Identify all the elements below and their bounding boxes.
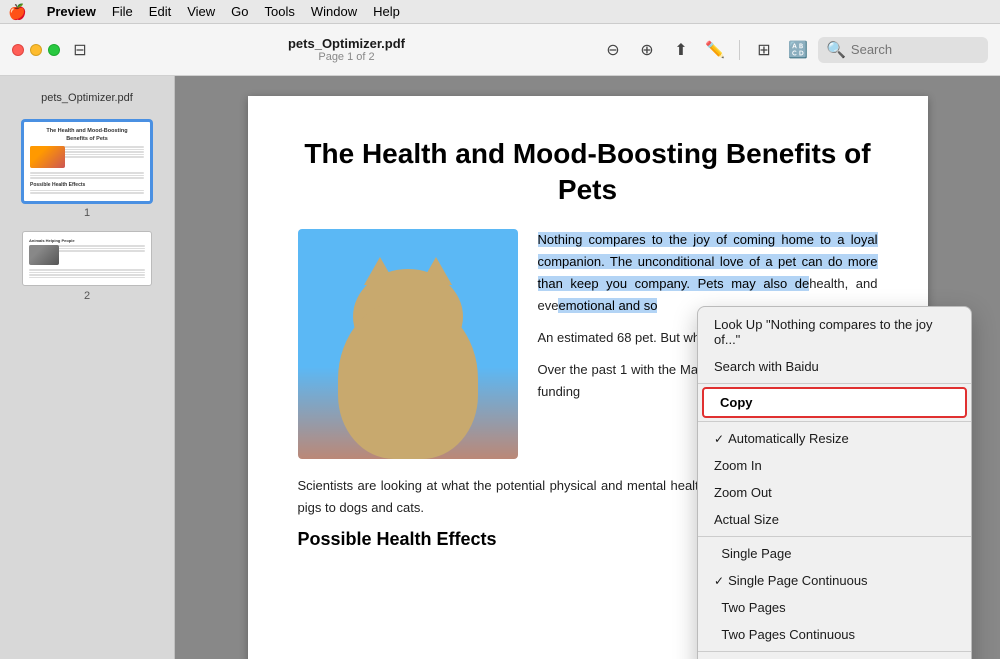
ctx-zoom-in[interactable]: Zoom In (698, 452, 971, 479)
thumb-line (30, 192, 144, 194)
cat-body (338, 299, 478, 459)
toolbar-center: pets_Optimizer.pdf Page 1 of 2 (102, 36, 591, 63)
ctx-check-tpc (714, 628, 717, 642)
page-number-1: 1 (84, 207, 90, 219)
share-button[interactable]: ⬆ (667, 36, 695, 64)
ctx-sep-4 (698, 651, 971, 652)
ctx-sep-2 (698, 421, 971, 422)
thumb-title-1: The Health and Mood-BoostingBenefits of … (30, 128, 144, 143)
traffic-lights (12, 44, 60, 56)
minimize-button[interactable] (30, 44, 42, 56)
ctx-auto-resize-label: Automatically Resize (728, 431, 955, 446)
toolbar-left: ⊟ (12, 36, 94, 64)
ctx-copy[interactable]: Copy (702, 387, 967, 418)
ctx-sep-1 (698, 383, 971, 384)
menubar: 🍎 Preview File Edit View Go Tools Window… (0, 0, 1000, 24)
ctx-single-page-continuous-label: Single Page Continuous (728, 573, 955, 588)
menu-preview[interactable]: Preview (47, 4, 96, 19)
sidebar-filename: pets_Optimizer.pdf (33, 88, 141, 108)
thumbnail-1-container[interactable]: The Health and Mood-BoostingBenefits of … (22, 120, 152, 219)
thumbnail-2-container[interactable]: Animals Helping People 2 (22, 231, 152, 303)
menu-tools[interactable]: Tools (265, 4, 295, 19)
toolbar: ⊟ pets_Optimizer.pdf Page 1 of 2 ⊖ ⊕ ⬆ ✏… (0, 24, 1000, 76)
search-icon: 🔍 (826, 40, 846, 60)
ctx-zoom-out-label: Zoom Out (714, 485, 772, 500)
pdf-area: The Health and Mood-Boosting Benefits of… (175, 76, 1000, 659)
menu-view[interactable]: View (187, 4, 215, 19)
sidebar: pets_Optimizer.pdf The Health and Mood-B… (0, 76, 175, 659)
sidebar-toggle-button[interactable]: ⊟ (66, 36, 94, 64)
thumb-content-1 (30, 146, 144, 168)
thumbnail-page-2[interactable]: Animals Helping People (22, 231, 152, 287)
thumb-content-2: Animals Helping People (29, 238, 145, 266)
ctx-check-two-pages (714, 601, 717, 615)
ctx-zoom-out[interactable]: Zoom Out (698, 479, 971, 506)
thumb-line (30, 172, 144, 174)
menu-go[interactable]: Go (231, 4, 248, 19)
menu-file[interactable]: File (112, 4, 133, 19)
thumb-line (29, 272, 145, 274)
ctx-two-pages-label: Two Pages (721, 600, 955, 615)
ctx-check-single (714, 547, 717, 561)
menu-edit[interactable]: Edit (149, 4, 171, 19)
thumb-line (29, 274, 145, 276)
search-box[interactable]: 🔍 (818, 37, 988, 63)
ctx-two-pages[interactable]: Two Pages (698, 594, 971, 621)
maximize-button[interactable] (48, 44, 60, 56)
ctx-single-page[interactable]: Single Page (698, 540, 971, 567)
ctx-check-auto-resize: ✓ (714, 432, 724, 446)
close-button[interactable] (12, 44, 24, 56)
ctx-zoom-in-label: Zoom In (714, 458, 762, 473)
ctx-lookup[interactable]: Look Up "Nothing compares to the joy of.… (698, 311, 971, 353)
ctx-lookup-label: Look Up "Nothing compares to the joy of.… (714, 317, 955, 347)
page-number-2: 2 (84, 290, 90, 302)
ctx-next-page[interactable]: Next Page (698, 655, 971, 659)
ctx-two-pages-continuous[interactable]: Two Pages Continuous (698, 621, 971, 648)
ctx-sep-3 (698, 536, 971, 537)
page-info: Page 1 of 2 (318, 51, 374, 63)
ctx-search-baidu-label: Search with Baidu (714, 359, 819, 374)
thumb-line (29, 269, 145, 271)
ctx-two-pages-continuous-label: Two Pages Continuous (721, 627, 955, 642)
main-area: pets_Optimizer.pdf The Health and Mood-B… (0, 76, 1000, 659)
apple-menu[interactable]: 🍎 (8, 3, 27, 21)
menu-window[interactable]: Window (311, 4, 357, 19)
annotate-button[interactable]: ✏️ (701, 36, 729, 64)
markup-button[interactable]: 🔠 (784, 36, 812, 64)
ctx-single-page-label: Single Page (721, 546, 955, 561)
ctx-actual-size[interactable]: Actual Size (698, 506, 971, 533)
thumb-line (30, 175, 144, 177)
highlighted-text-2: emotional and so (558, 298, 657, 313)
pdf-title: The Health and Mood-Boosting Benefits of… (298, 136, 878, 209)
thumb-cat-image (30, 146, 65, 168)
cat-image (298, 229, 518, 459)
toolbar-divider (739, 40, 740, 60)
search-input[interactable] (851, 42, 981, 57)
ctx-search-baidu[interactable]: Search with Baidu (698, 353, 971, 380)
highlighted-text: Nothing compares to the joy of coming ho… (538, 232, 878, 291)
context-menu: Look Up "Nothing compares to the joy of.… (697, 306, 972, 659)
thumb-line (30, 190, 144, 192)
thumb-cat2-image (29, 245, 59, 265)
thumb-line (29, 277, 145, 279)
toolbar-right: ⊖ ⊕ ⬆ ✏️ ⊞ 🔠 🔍 (599, 36, 988, 64)
menu-help[interactable]: Help (373, 4, 400, 19)
ctx-copy-label: Copy (720, 395, 753, 410)
thumb-line (30, 177, 144, 179)
expand-button[interactable]: ⊞ (750, 36, 778, 64)
zoom-out-button[interactable]: ⊖ (599, 36, 627, 64)
pdf-paragraph-highlighted: Nothing compares to the joy of coming ho… (538, 229, 878, 317)
thumbnail-page-1[interactable]: The Health and Mood-BoostingBenefits of … (22, 120, 152, 203)
ctx-check-spc: ✓ (714, 574, 724, 588)
ctx-single-page-continuous[interactable]: ✓ Single Page Continuous (698, 567, 971, 594)
thumb-subtitle: Possible Health Effects (30, 182, 144, 189)
document-title: pets_Optimizer.pdf (288, 36, 405, 51)
ctx-auto-resize[interactable]: ✓ Automatically Resize (698, 425, 971, 452)
ctx-actual-size-label: Actual Size (714, 512, 779, 527)
zoom-in-button[interactable]: ⊕ (633, 36, 661, 64)
